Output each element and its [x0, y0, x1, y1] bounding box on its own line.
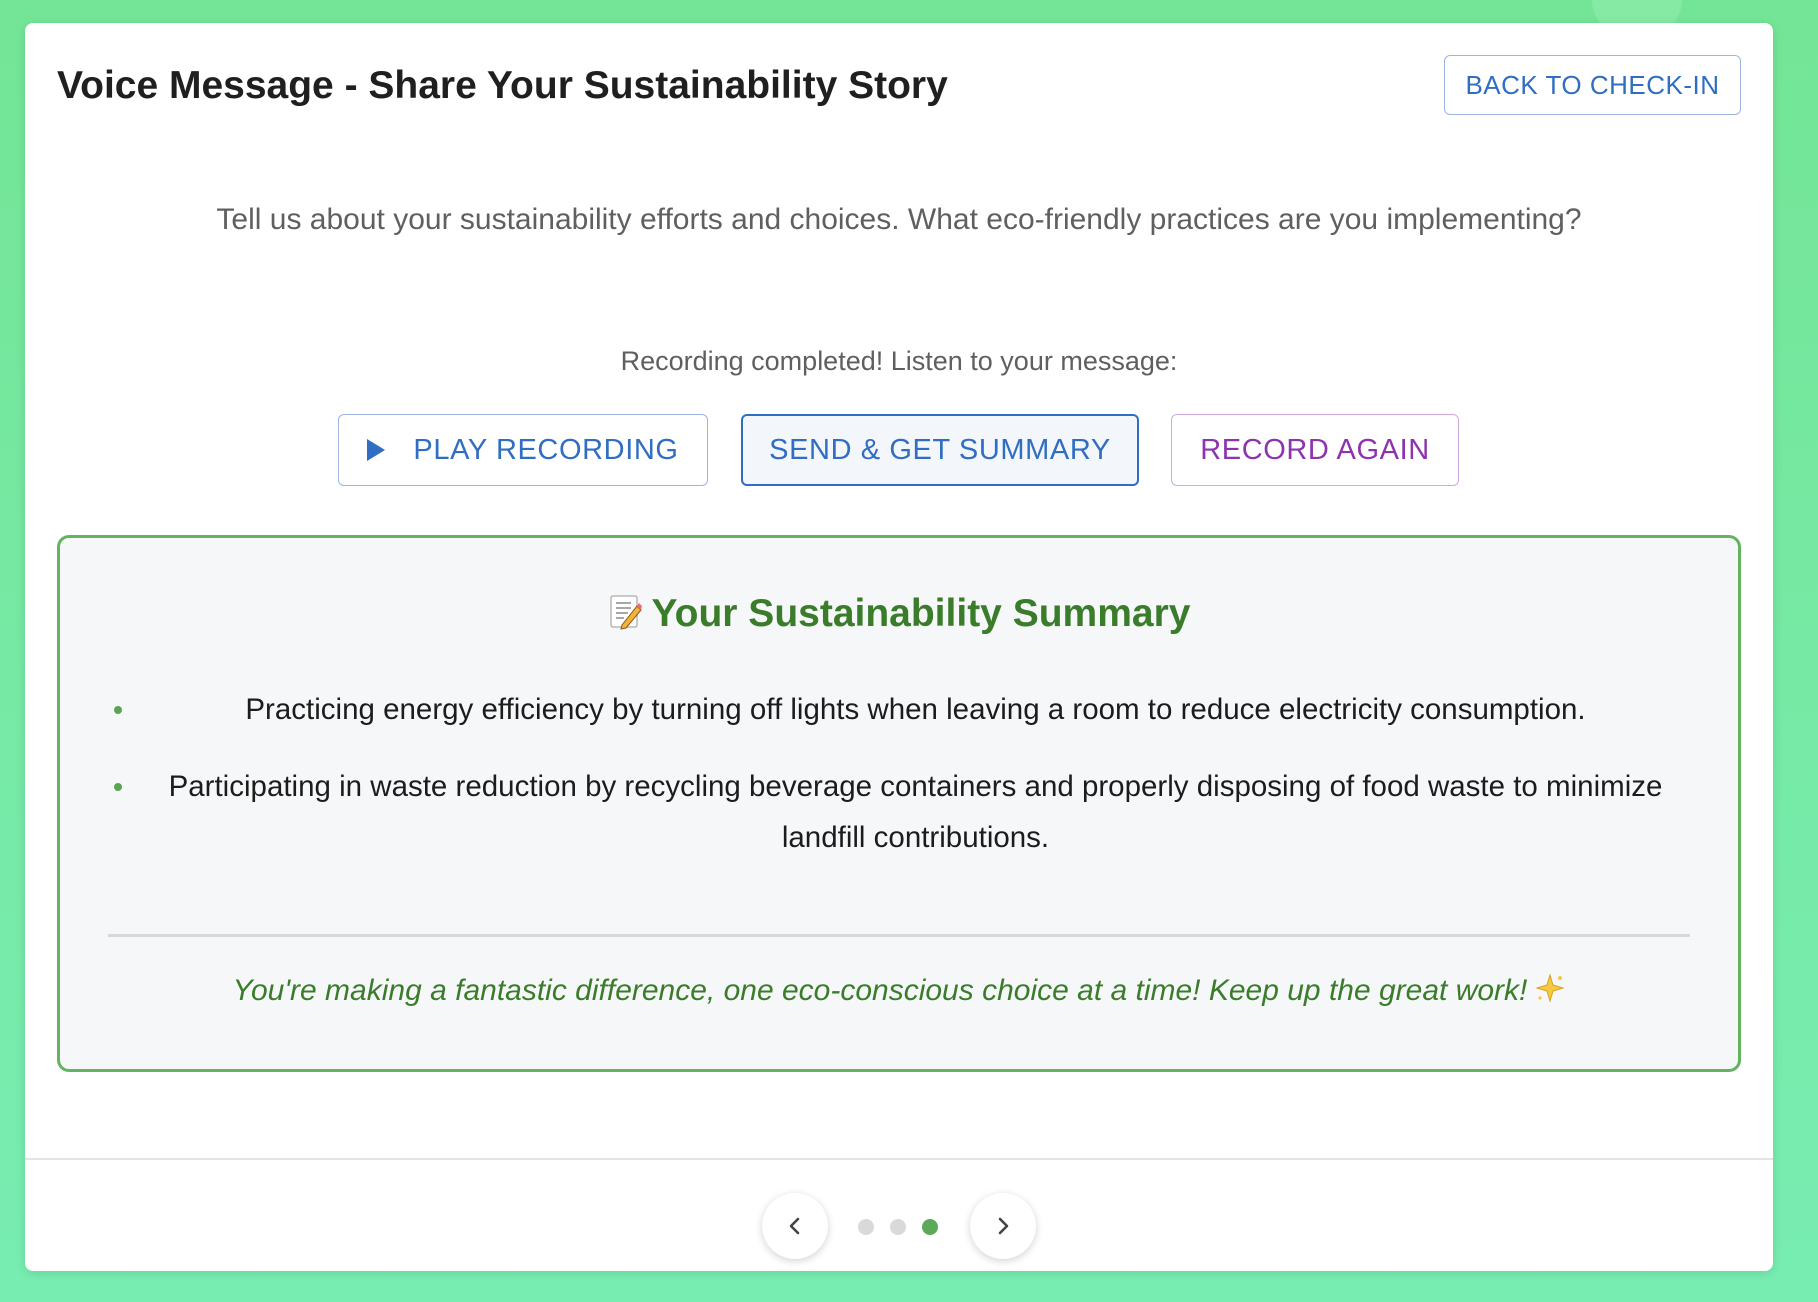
summary-item-text: Participating in waste reduction by recy… [168, 770, 1663, 854]
chevron-left-icon [789, 1217, 800, 1235]
back-to-check-in-button[interactable]: BACK TO CHECK-IN [1444, 55, 1741, 115]
page-dot-3-active[interactable] [922, 1219, 938, 1235]
memo-icon [609, 595, 642, 630]
send-and-get-summary-button[interactable]: SEND & GET SUMMARY [741, 414, 1139, 486]
play-recording-button[interactable]: PLAY RECORDING [338, 414, 708, 486]
page-title: Voice Message - Share Your Sustainabilit… [57, 64, 948, 107]
previous-page-button[interactable] [762, 1193, 828, 1259]
summary-list: Practicing energy efficiency by turning … [108, 684, 1693, 889]
summary-divider [108, 934, 1690, 937]
summary-item-text: Practicing energy efficiency by turning … [245, 693, 1586, 726]
voice-message-card: Voice Message - Share Your Sustainabilit… [25, 23, 1773, 1271]
prompt-text: Tell us about your sustainability effort… [216, 203, 1582, 236]
summary-heading: Your Sustainability Summary [60, 592, 1738, 636]
encouragement-text: You're making a fantastic difference, on… [232, 974, 1528, 1007]
summary-item: Practicing energy efficiency by turning … [108, 684, 1693, 735]
encouragement-message: You're making a fantastic difference, on… [60, 973, 1738, 1008]
page-dot-2[interactable] [890, 1219, 906, 1235]
footer-divider [25, 1158, 1773, 1160]
sparkle-icon [1535, 973, 1566, 1003]
summary-panel: Your Sustainability Summary Practicing e… [57, 535, 1741, 1072]
next-page-button[interactable] [970, 1193, 1036, 1259]
play-recording-label: PLAY RECORDING [413, 433, 679, 466]
bullet-icon [114, 783, 122, 791]
chevron-right-icon [998, 1217, 1009, 1235]
pagination-dots [858, 1219, 938, 1235]
page-dot-1[interactable] [858, 1219, 874, 1235]
recording-status-text: Recording completed! Listen to your mess… [620, 346, 1178, 376]
summary-item: Participating in waste reduction by recy… [108, 761, 1693, 863]
summary-heading-text: Your Sustainability Summary [651, 592, 1191, 635]
record-again-button[interactable]: RECORD AGAIN [1171, 414, 1459, 486]
play-icon [367, 439, 386, 461]
bullet-icon [114, 706, 122, 714]
